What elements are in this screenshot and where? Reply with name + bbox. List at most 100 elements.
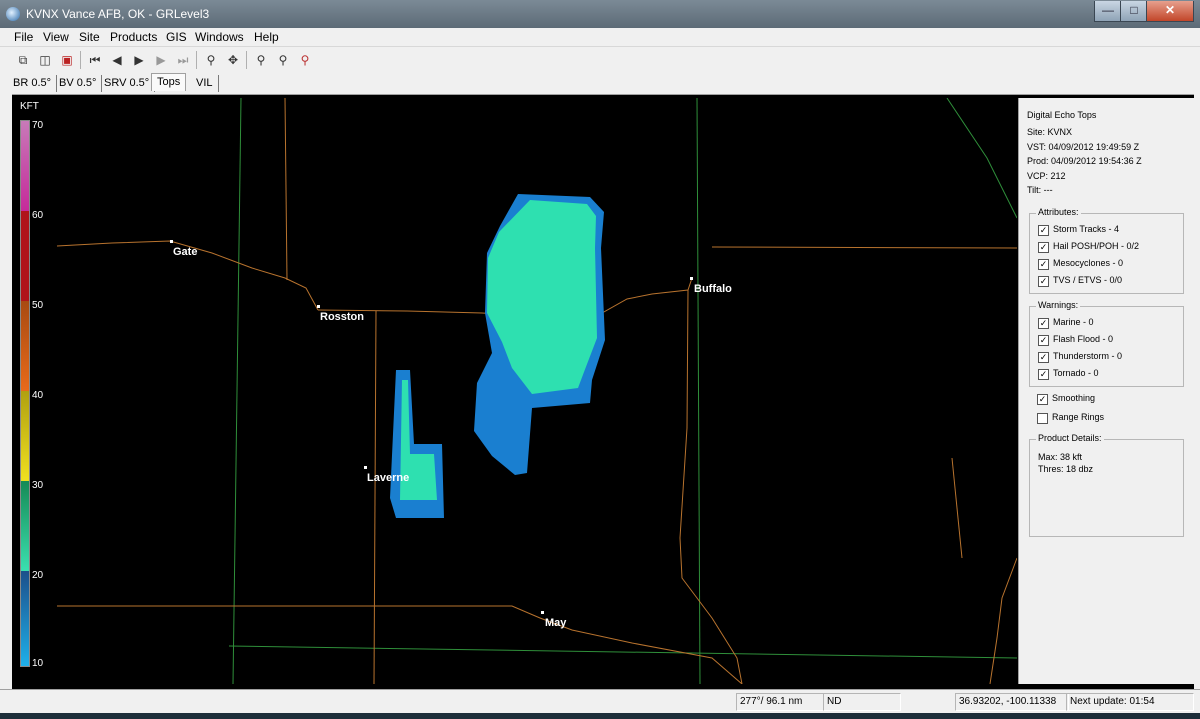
zoom-icon[interactable]: ⚲ [202,51,220,69]
legend-tick: 30 [32,480,44,491]
checkbox[interactable]: ✓ [1038,225,1049,236]
checkbox[interactable]: ✓ [1038,276,1049,287]
checkbox-label: Smoothing [1052,393,1096,403]
menu-products[interactable]: Products [110,30,157,44]
vcp-line: VCP: 212 [1027,171,1066,181]
city-label-laverne: Laverne [367,472,410,484]
menu-gis[interactable]: GIS [166,30,187,44]
first-frame-icon[interactable]: ⏮ [86,51,104,69]
city-label-may: May [545,617,567,629]
county-lines [228,98,1017,684]
city-label-buffalo: Buffalo [694,283,732,295]
last-frame-icon[interactable]: ⏭ [174,51,192,69]
app-icon [6,7,20,21]
radar-map[interactable]: KFT 70 60 50 40 30 20 10 Gate Rosston Bu… [12,98,1017,684]
minimize-button[interactable]: — [1094,1,1122,22]
tab-bv[interactable]: BV 0.5° [54,75,103,92]
os-taskbar [0,713,1200,719]
window-title: KVNX Vance AFB, OK - GRLevel3 [26,7,210,21]
pan-icon[interactable]: ✥ [224,51,242,69]
tab-br[interactable]: BR 0.5° [8,75,58,92]
checkbox-label: Flash Flood - 0 [1053,334,1114,344]
zoom-out-icon[interactable]: ⚲ [274,51,292,69]
product-details-group: Product Details: Max: 38 kft Thres: 18 d… [1029,433,1184,537]
status-bar: 277°/ 96.1 nm ND 36.93202, -100.11338 Ne… [0,689,1200,714]
color-legend [20,120,30,667]
legend-tick: 50 [32,300,44,311]
clear-icon[interactable]: ▣ [58,51,76,69]
menu-file[interactable]: File [14,30,33,44]
legend-segment [21,481,29,571]
legend-tick: 70 [32,120,44,131]
details-max: Max: 38 kft [1038,452,1083,462]
checkbox-label: Marine - 0 [1053,317,1094,327]
attributes-group: Attributes: ✓ Storm Tracks - 4 ✓ Hail POSH… [1029,207,1184,294]
warnings-title: Warnings: [1036,300,1081,310]
menu-view[interactable]: View [43,30,69,44]
city-marker [317,305,320,308]
menu-windows[interactable]: Windows [195,30,244,44]
menu-bar: File View Site Products GIS Windows Help [0,28,1200,46]
legend-segment [21,301,29,391]
product-info-panel: Digital Echo Tops Site: KVNX VST: 04/09/… [1018,98,1195,684]
left-frame [0,94,12,689]
tab-srv[interactable]: SRV 0.5° [99,75,156,92]
legend-segment [21,121,29,211]
close-button[interactable]: ✕ [1146,1,1194,22]
checkbox-label: Tornado - 0 [1053,368,1099,378]
legend-segment [21,571,29,666]
play-icon[interactable]: ▶ [130,51,148,69]
checkbox-label: Range Rings [1052,412,1105,422]
product-name: Digital Echo Tops [1027,110,1097,120]
legend-tick: 20 [32,570,44,581]
warnings-group: Warnings: ✓ Marine - 0 ✓ Flash Flood - 0 ✓… [1029,300,1184,387]
menu-site[interactable]: Site [79,30,100,44]
legend-tick: 10 [32,658,44,669]
checkbox-label: Thunderstorm - 0 [1053,351,1123,361]
checkbox-label: TVS / ETVS - 0/0 [1053,275,1123,285]
checkbox[interactable]: ✓ [1038,335,1049,346]
product-tabs: BR 0.5° BV 0.5° SRV 0.5° Tops VIL [0,72,1200,95]
status-coords: 36.93202, -100.11338 [955,693,1069,711]
echo-tops-storms [390,194,605,518]
checkbox[interactable]: ✓ [1038,352,1049,363]
checkbox[interactable]: ✓ [1038,369,1049,380]
checkbox[interactable] [1037,413,1048,424]
vst-line: VST: 04/09/2012 19:49:59 Z [1027,142,1140,152]
legend-tick: 60 [32,210,44,221]
checkbox[interactable]: ✓ [1037,394,1048,405]
tab-vil[interactable]: VIL [191,75,219,92]
status-next-update: Next update: 01:54 [1066,693,1194,711]
legend-segment [21,211,29,301]
prod-line: Prod: 04/09/2012 19:54:36 Z [1027,156,1142,166]
zoom-reset-icon[interactable]: ⚲ [296,51,314,69]
legend-tick: 40 [32,390,44,401]
menu-help[interactable]: Help [254,30,279,44]
city-label-rosston: Rosston [320,311,364,323]
paste-icon[interactable]: ◫ [36,51,54,69]
toolbar-separator [246,51,247,69]
next-frame-icon[interactable]: ▶ [152,51,170,69]
city-marker [364,466,367,469]
checkbox[interactable]: ✓ [1038,242,1049,253]
title-bar: KVNX Vance AFB, OK - GRLevel3 — □ ✕ [0,0,1200,28]
checkbox-label: Hail POSH/POH - 0/2 [1053,241,1140,251]
toolbar-separator [80,51,81,69]
zoom-in-icon[interactable]: ⚲ [252,51,270,69]
city-label-gate: Gate [173,246,198,258]
checkbox-label: Storm Tracks - 4 [1053,224,1120,234]
details-thres: Thres: 18 dbz [1038,464,1094,474]
legend-unit: KFT [20,101,39,112]
status-value: ND [823,693,901,711]
checkbox-label: Mesocyclones - 0 [1053,258,1124,268]
checkbox[interactable]: ✓ [1038,259,1049,270]
copy-icon[interactable]: ⧉ [14,51,32,69]
city-marker [170,240,173,243]
previous-frame-icon[interactable]: ◀ [108,51,126,69]
city-marker [541,611,544,614]
details-title: Product Details: [1036,433,1104,443]
maximize-button[interactable]: □ [1120,1,1148,22]
status-azimuth-range: 277°/ 96.1 nm [736,693,824,711]
tab-tops[interactable]: Tops [151,73,187,91]
checkbox[interactable]: ✓ [1038,318,1049,329]
